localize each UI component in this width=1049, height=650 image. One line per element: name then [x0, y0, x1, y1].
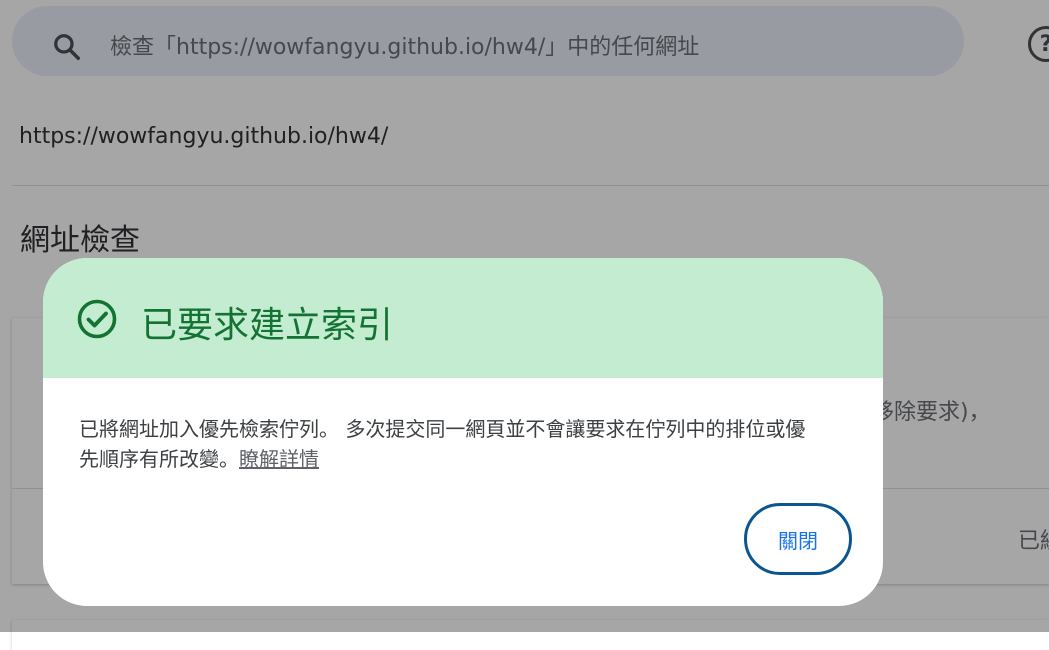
- dialog-body-line-2: 先順序有所改變。瞭解詳情: [79, 444, 859, 474]
- page: ? https://wowfangyu.github.io/hw4/ 網址檢查 …: [0, 0, 1049, 650]
- dialog-title: 已要求建立索引: [141, 305, 394, 346]
- dialog-body-line-2-text: 先順序有所改變。: [79, 447, 239, 471]
- check-circle-icon: [77, 299, 117, 339]
- indexing-requested-dialog: 已要求建立索引 已將網址加入優先檢索佇列。 多次提交同一網頁並不會讓要求在佇列中…: [43, 258, 883, 606]
- learn-more-link[interactable]: 瞭解詳情: [239, 447, 319, 471]
- dialog-header: 已要求建立索引: [43, 258, 883, 378]
- close-button[interactable]: 關閉: [744, 503, 852, 575]
- dialog-body-line-1: 已將網址加入優先檢索佇列。 多次提交同一網頁並不會讓要求在佇列中的排位或優: [79, 417, 806, 441]
- dialog-body: 已將網址加入優先檢索佇列。 多次提交同一網頁並不會讓要求在佇列中的排位或優 先順…: [79, 414, 859, 474]
